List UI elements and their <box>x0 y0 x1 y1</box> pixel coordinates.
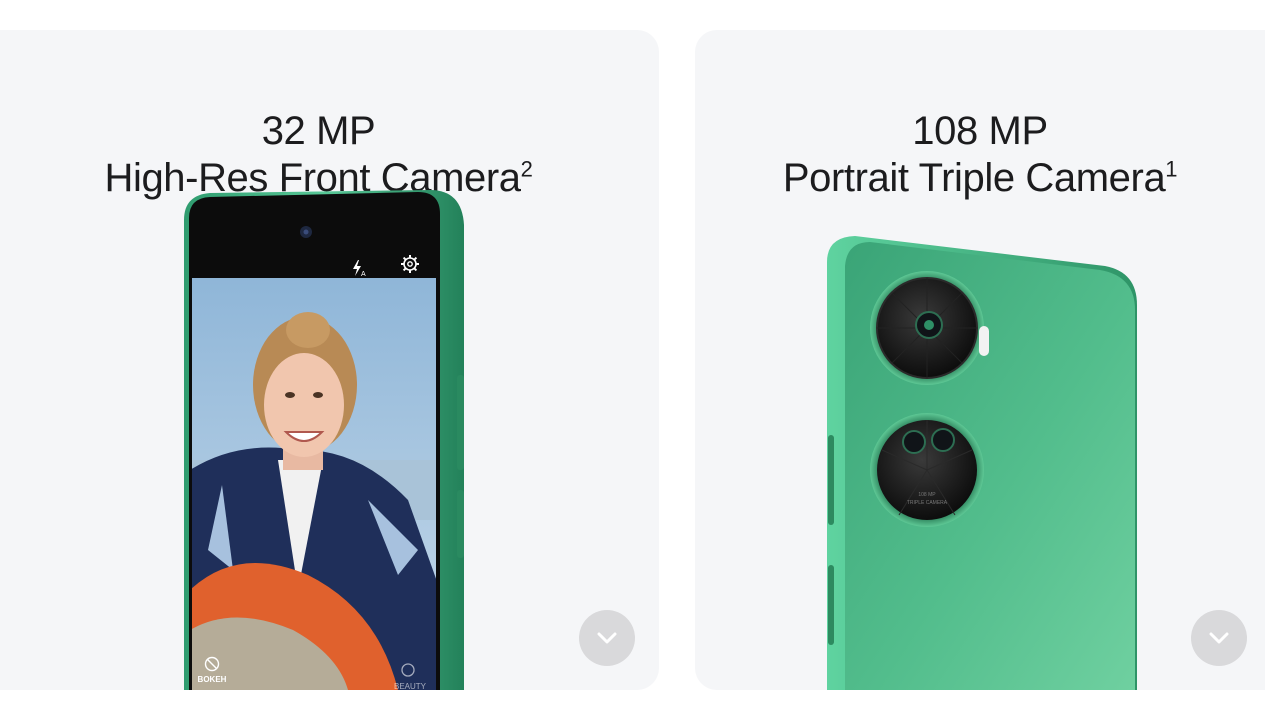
phone-front-image: A BOKEH BEAUTY <box>184 190 464 690</box>
expand-button[interactable] <box>1191 610 1247 666</box>
phone-back-image: 108 MP TRIPLE CAMERA <box>827 236 1137 690</box>
chevron-down-icon <box>597 632 617 644</box>
lens-engraving-line-2: TRIPLE CAMERA <box>907 500 948 506</box>
expand-button[interactable] <box>579 610 635 666</box>
bokeh-mode-label: BOKEH <box>198 675 227 684</box>
beauty-mode-label: BEAUTY <box>394 682 427 690</box>
feature-card-front-camera: 32 MP High-Res Front Camera2 A BOKEH BEA… <box>0 30 659 690</box>
chevron-down-icon <box>1209 632 1229 644</box>
svg-text:A: A <box>361 271 366 278</box>
lens-engraving-line-1: 108 MP <box>918 492 936 498</box>
feature-card-rear-camera: 108 MP Portrait Triple Camera1 108 MP TR… <box>695 30 1265 690</box>
